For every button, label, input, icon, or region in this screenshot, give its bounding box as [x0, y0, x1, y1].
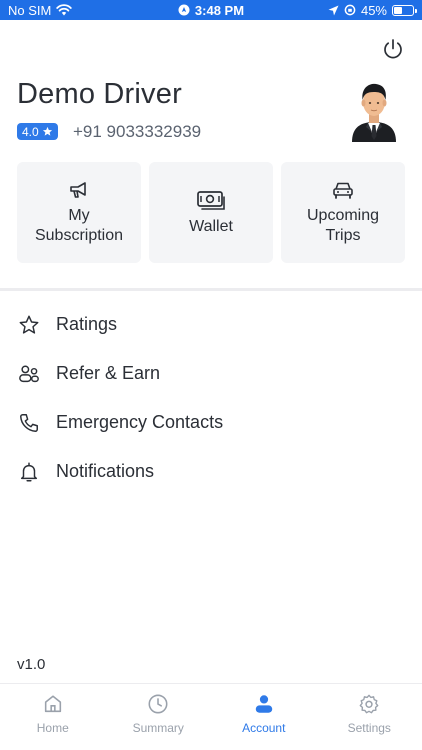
- status-bar-right: 45%: [328, 2, 417, 18]
- wifi-icon: [56, 4, 73, 16]
- menu-item-notifications[interactable]: Notifications: [0, 447, 422, 496]
- bell-icon: [20, 462, 38, 481]
- menu-item-ratings[interactable]: Ratings: [0, 300, 422, 349]
- megaphone-icon: [70, 181, 86, 198]
- phone-number: +91 9033332939: [73, 122, 202, 141]
- tab-summary[interactable]: Summary: [106, 684, 212, 750]
- power-icon[interactable]: [382, 38, 404, 60]
- home-icon: [44, 695, 61, 713]
- tab-label: Home: [36, 721, 69, 735]
- tab-home[interactable]: Home: [0, 684, 106, 750]
- status-bar-left: No SIM: [8, 2, 73, 18]
- star-icon: [19, 315, 39, 334]
- app-version: v1.0: [17, 656, 46, 673]
- wallet-label: Wallet: [189, 217, 233, 235]
- tab-account[interactable]: Account: [211, 684, 317, 750]
- my-subscription-label: My Subscription: [34, 206, 124, 244]
- tab-label: Settings: [347, 721, 391, 735]
- section-divider: [0, 288, 422, 291]
- battery-percent: 45%: [360, 2, 387, 18]
- driver-name: Demo Driver: [17, 78, 182, 110]
- account-menu: Ratings Refer & Earn Emergency Contacts: [0, 300, 422, 496]
- alarm-icon: [178, 4, 190, 16]
- car-icon: [333, 182, 353, 199]
- location-arrow-icon: [328, 5, 339, 15]
- upcoming-trips-card[interactable]: Upcoming Trips: [281, 162, 405, 263]
- clock-icon: [148, 694, 168, 714]
- orientation-lock-icon: [344, 4, 356, 16]
- carrier-label: No SIM: [8, 2, 52, 18]
- my-subscription-card[interactable]: My Subscription: [17, 162, 141, 263]
- bottom-tab-bar: Home Summary Account Settings: [0, 683, 422, 750]
- menu-item-refer-earn[interactable]: Refer & Earn: [0, 349, 422, 398]
- status-bar: No SIM 3:48 PM 45%: [0, 0, 422, 20]
- phone-icon: [20, 413, 38, 432]
- user-icon: [255, 695, 272, 713]
- wallet-card[interactable]: Wallet: [149, 162, 273, 263]
- battery-fill: [394, 6, 402, 14]
- tab-label: Account: [242, 721, 286, 735]
- tab-label: Summary: [132, 721, 184, 735]
- menu-item-label: Notifications: [56, 461, 155, 481]
- tab-settings[interactable]: Settings: [317, 684, 422, 750]
- menu-item-label: Ratings: [56, 314, 118, 334]
- upcoming-trips-label: Upcoming Trips: [306, 206, 380, 244]
- gear-icon: [359, 694, 379, 714]
- menu-item-emergency-contacts[interactable]: Emergency Contacts: [0, 398, 422, 447]
- people-icon: [19, 364, 39, 382]
- rating-value: 4.0: [22, 124, 39, 139]
- battery-icon: [392, 4, 417, 16]
- menu-item-label: Refer & Earn: [56, 363, 161, 383]
- star-icon: [42, 126, 52, 136]
- action-cards: My Subscription Wallet Upcoming Trips: [17, 162, 405, 263]
- menu-item-label: Emergency Contacts: [56, 412, 224, 432]
- rating-badge: 4.0: [17, 123, 58, 140]
- clock-time: 3:48 PM: [194, 2, 245, 18]
- avatar[interactable]: [350, 80, 398, 142]
- cash-icon: [197, 190, 225, 210]
